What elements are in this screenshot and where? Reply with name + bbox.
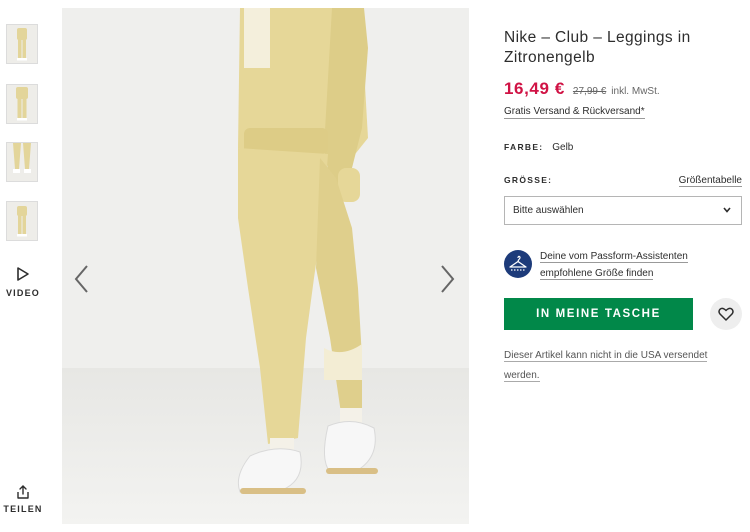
heart-icon (718, 307, 734, 321)
colour-label: FARBE: (504, 142, 544, 152)
thumbnail-3[interactable] (6, 142, 38, 182)
save-for-later-button[interactable] (710, 298, 742, 330)
share-icon (17, 485, 29, 499)
video-label: VIDEO (5, 288, 40, 298)
shipping-restriction-note[interactable]: Dieser Artikel kann nicht in die USA ver… (504, 346, 724, 386)
price-row: 16,49 € 27,99 € inkl. MwSt. (504, 79, 744, 99)
chevron-left-icon[interactable] (70, 262, 94, 296)
video-button[interactable]: VIDEO (0, 266, 46, 298)
size-row: GRÖSSE: Größentabelle (504, 175, 742, 187)
thumbnail-1[interactable] (6, 24, 38, 64)
product-info: Nike – Club – Leggings in Zitronengelb 1… (504, 28, 744, 119)
add-to-bag-button[interactable]: IN MEINE TASCHE (504, 298, 693, 330)
product-photo (62, 8, 469, 524)
size-select-value: Bitte auswählen (513, 205, 584, 216)
share-label: TEILEN (3, 504, 43, 514)
colour-row: FARBE: Gelb (504, 142, 573, 153)
thumbnail-rail: VIDEO TEILEN (0, 0, 46, 532)
vat-note: inkl. MwSt. (611, 86, 660, 97)
shipping-note-line1: Dieser Artikel kann nicht in die USA ver… (504, 350, 708, 362)
size-label: GRÖSSE: (504, 175, 553, 185)
product-title: Nike – Club – Leggings in Zitronengelb (504, 29, 691, 66)
colour-value: Gelb (552, 142, 574, 153)
product-image-gallery (62, 8, 469, 524)
hanger-icon (504, 250, 532, 278)
thumbnail-2[interactable] (6, 84, 38, 124)
thumbnail-4[interactable] (6, 201, 38, 241)
shipping-note-line2: werden. (504, 370, 540, 382)
fit-assistant-line1: Deine vom Passform-Assistenten (540, 251, 688, 263)
fit-assistant-link[interactable]: Deine vom Passform-Assistenten empfohlen… (540, 248, 688, 282)
current-price: 16,49 € (504, 79, 565, 98)
size-guide-link[interactable]: Größentabelle (678, 175, 742, 187)
fit-assistant-line2: empfohlene Größe finden (540, 268, 654, 280)
play-icon (17, 267, 29, 281)
previous-price: 27,99 € (572, 86, 607, 97)
share-button[interactable]: TEILEN (0, 484, 46, 514)
free-shipping-link[interactable]: Gratis Versand & Rückversand* (504, 106, 645, 119)
chevron-down-icon (723, 207, 731, 213)
chevron-right-icon[interactable] (435, 262, 459, 296)
size-select[interactable]: Bitte auswählen (504, 196, 742, 225)
